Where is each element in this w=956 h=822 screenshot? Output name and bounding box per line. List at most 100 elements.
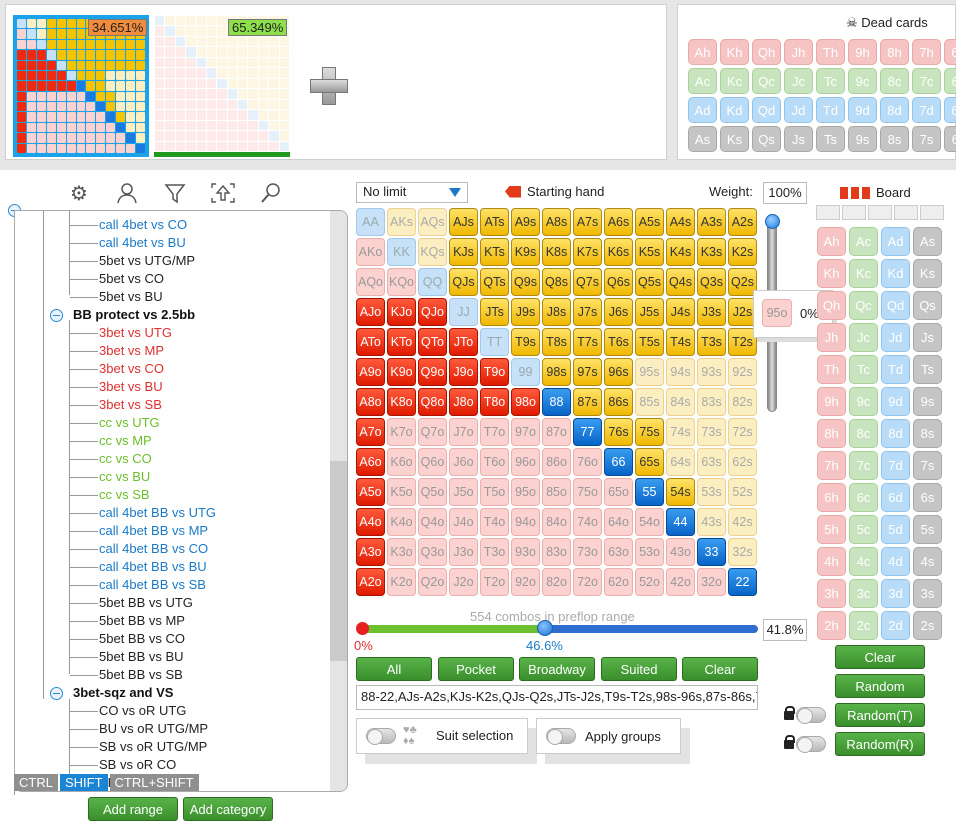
tree-item[interactable]: cc vs SB [70, 487, 150, 502]
hand-cell[interactable]: T4o [480, 508, 509, 536]
hand-cell[interactable]: 87s [573, 388, 602, 416]
hand-cell[interactable]: A5s [635, 208, 664, 236]
hand-cell[interactable]: A9o [356, 358, 385, 386]
board-card[interactable]: 8d [881, 419, 910, 448]
hand-cell[interactable]: 53s [697, 478, 726, 506]
hand-cell[interactable]: 75o [573, 478, 602, 506]
tree-item[interactable]: call 4bet vs CO [69, 217, 187, 232]
tree-item[interactable]: call 4bet BB vs SB [70, 577, 206, 592]
hand-cell[interactable]: J6o [449, 448, 478, 476]
hand-cell[interactable]: KJo [387, 298, 416, 326]
board-card[interactable]: 6s [913, 483, 942, 512]
hand-cell[interactable]: 33 [697, 538, 726, 566]
hand-cell[interactable]: A6o [356, 448, 385, 476]
dead-card[interactable]: Jd [784, 97, 813, 123]
hand-cell[interactable]: 63s [697, 448, 726, 476]
dead-card[interactable]: As [688, 126, 717, 152]
board-card[interactable]: 8h [817, 419, 846, 448]
board-card[interactable]: 9s [913, 387, 942, 416]
board-card[interactable]: Kh [817, 259, 846, 288]
hand-cell[interactable]: 86o [542, 448, 571, 476]
hand-cell[interactable]: 97o [511, 418, 540, 446]
hand-cell[interactable]: Q5s [635, 268, 664, 296]
dead-card[interactable]: Jc [784, 68, 813, 94]
dead-card[interactable]: 7h [912, 39, 941, 65]
range-slider-handle[interactable] [537, 620, 554, 636]
hand-cell[interactable]: Q4s [666, 268, 695, 296]
board-card[interactable]: Jd [881, 323, 910, 352]
board-card[interactable]: 2d [881, 611, 910, 640]
hand-cell[interactable]: Q3o [418, 538, 447, 566]
hand-cell[interactable]: 65o [604, 478, 633, 506]
hand-cell[interactable]: 77 [573, 418, 602, 446]
random-r-toggle[interactable] [796, 736, 826, 753]
hand-cell[interactable]: 43s [697, 508, 726, 536]
dead-card[interactable]: 6d [944, 97, 956, 123]
board-card[interactable]: Qh [817, 291, 846, 320]
dead-card[interactable]: 8d [880, 97, 909, 123]
hand-cell[interactable]: J3o [449, 538, 478, 566]
hand-cell[interactable]: 55 [635, 478, 664, 506]
hand-cell[interactable]: J7o [449, 418, 478, 446]
hand-cell[interactable]: K3o [387, 538, 416, 566]
add-category-button[interactable]: Add category [183, 797, 273, 821]
hand-cell[interactable]: Q6s [604, 268, 633, 296]
board-card[interactable]: 6h [817, 483, 846, 512]
board-card[interactable]: 6d [881, 483, 910, 512]
tree-item[interactable]: SB vs oR CO [69, 757, 176, 772]
tree-item[interactable]: cc vs BU [69, 469, 150, 484]
hand-cell[interactable]: K6s [604, 238, 633, 266]
hand-cell[interactable]: Q9s [511, 268, 540, 296]
hand-cell[interactable]: 83o [542, 538, 571, 566]
hand-cell[interactable]: 73o [573, 538, 602, 566]
dead-card[interactable]: 9c [848, 68, 877, 94]
hand-cell[interactable]: 42s [728, 508, 757, 536]
board-card[interactable]: Js [913, 323, 942, 352]
hand-cell[interactable]: J9s [511, 298, 540, 326]
board-card[interactable]: 8c [849, 419, 878, 448]
hand-cell[interactable]: A7s [573, 208, 602, 236]
board-card[interactable]: 5d [881, 515, 910, 544]
board-card[interactable]: Ah [817, 227, 846, 256]
limit-dropdown[interactable]: No limit [356, 182, 468, 203]
hand-cell[interactable]: J5o [449, 478, 478, 506]
board-random-button[interactable]: Random [835, 674, 925, 698]
tree-item[interactable]: call 4bet BB vs UTG [69, 505, 216, 520]
board-slot[interactable] [920, 205, 944, 220]
board-slot[interactable] [868, 205, 892, 220]
hand-cell[interactable]: TT [480, 328, 509, 356]
hand-cell[interactable]: QTo [418, 328, 447, 356]
dead-card[interactable]: 6s [944, 126, 956, 152]
board-card[interactable]: 6c [849, 483, 878, 512]
hand-cell[interactable]: 83s [697, 388, 726, 416]
hand-cell[interactable]: 85s [635, 388, 664, 416]
hand-cell[interactable]: 64o [604, 508, 633, 536]
hand-cell[interactable]: ATs [480, 208, 509, 236]
hand-cell[interactable]: T3s [697, 328, 726, 356]
dead-card[interactable]: 9h [848, 39, 877, 65]
board-card[interactable]: 3d [881, 579, 910, 608]
hand-cell[interactable]: Q7o [418, 418, 447, 446]
tree-category[interactable]: 3bet-sqz and VS [73, 685, 173, 700]
hand-cell[interactable]: AQo [356, 268, 385, 296]
user-icon[interactable] [114, 180, 140, 206]
hand-cell[interactable]: Q2o [418, 568, 447, 596]
dead-card[interactable]: Qc [752, 68, 781, 94]
collapse-icon[interactable] [50, 687, 63, 700]
hand-cell[interactable]: AA [356, 208, 385, 236]
hand-cell[interactable]: 97s [573, 358, 602, 386]
modifier-key-shift[interactable]: SHIFT [59, 774, 108, 791]
hand-cell[interactable]: 74s [666, 418, 695, 446]
hand-cell[interactable]: T6s [604, 328, 633, 356]
hand-cell[interactable]: A4s [666, 208, 695, 236]
hand-cell[interactable]: K8o [387, 388, 416, 416]
board-card[interactable]: 4h [817, 547, 846, 576]
board-card[interactable]: Kc [849, 259, 878, 288]
hand-cell[interactable]: T3o [480, 538, 509, 566]
hand-cell[interactable]: K3s [697, 238, 726, 266]
hand-cell[interactable]: A2s [728, 208, 757, 236]
tree-item[interactable]: 3bet vs MP [69, 343, 164, 358]
hand-cell[interactable]: 76o [573, 448, 602, 476]
tree-item[interactable]: SB vs oR UTG/MP [69, 739, 207, 754]
dead-card[interactable]: 9s [848, 126, 877, 152]
